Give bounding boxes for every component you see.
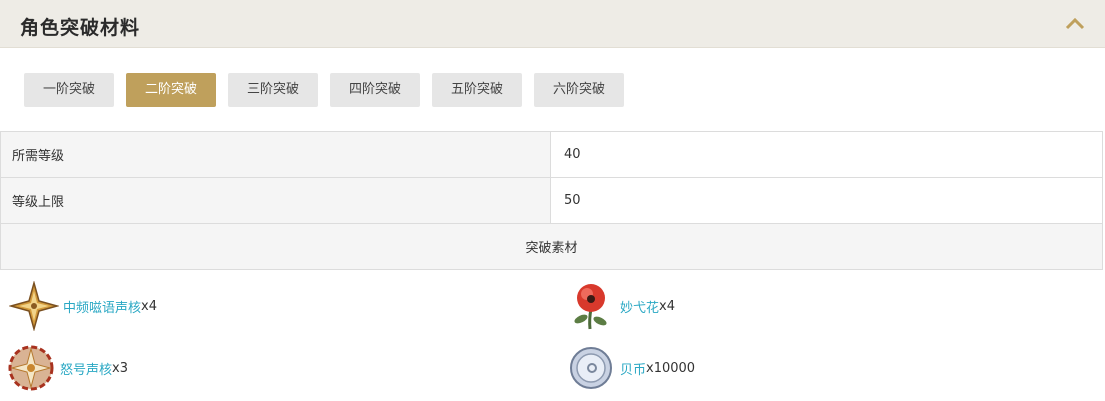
table-row: 所需等级 40: [0, 131, 1103, 178]
material-item[interactable]: 中频嗞语声核 x4: [9, 281, 157, 331]
material-item[interactable]: 妙弋花 x4: [566, 281, 675, 331]
requirements-table: 所需等级 40 等级上限 50 突破素材: [0, 131, 1103, 270]
tab-ascension-3[interactable]: 三阶突破: [228, 73, 318, 107]
howler-core-icon: [8, 345, 54, 391]
material-name[interactable]: 中频嗞语声核: [63, 297, 141, 316]
tab-ascension-5[interactable]: 五阶突破: [432, 73, 522, 107]
materials-section-title: 突破素材: [0, 223, 1103, 270]
material-name[interactable]: 妙弋花: [620, 297, 659, 316]
tab-ascension-1[interactable]: 一阶突破: [24, 73, 114, 107]
tab-ascension-4[interactable]: 四阶突破: [330, 73, 420, 107]
required-level-value: 40: [550, 131, 1103, 178]
material-qty: x4: [659, 298, 675, 314]
red-flower-icon: [574, 284, 607, 330]
material-qty: x3: [112, 360, 128, 376]
required-level-label: 所需等级: [0, 131, 551, 178]
table-row: 等级上限 50: [0, 177, 1103, 224]
table-row: 突破素材: [0, 223, 1103, 270]
material-qty: x4: [141, 298, 157, 314]
shell-coin-icon: [570, 347, 612, 389]
tab-ascension-6[interactable]: 六阶突破: [534, 73, 624, 107]
section-title: 角色突破材料: [20, 17, 141, 39]
material-name[interactable]: 怒号声核: [60, 359, 112, 378]
material-item[interactable]: 贝币 x10000: [566, 343, 695, 393]
material-name[interactable]: 贝币: [620, 359, 646, 378]
section-header: 角色突破材料: [0, 0, 1105, 48]
shuriken-core-icon: [9, 281, 59, 331]
tab-ascension-2[interactable]: 二阶突破: [126, 73, 216, 107]
chevron-up-icon[interactable]: [1065, 16, 1085, 32]
level-cap-value: 50: [550, 177, 1103, 224]
breakthrough-tabs: 一阶突破 二阶突破 三阶突破 四阶突破 五阶突破 六阶突破: [0, 48, 1105, 131]
level-cap-label: 等级上限: [0, 177, 551, 224]
material-item[interactable]: 怒号声核 x3: [6, 343, 128, 393]
material-qty: x10000: [646, 360, 696, 376]
materials-list: 中频嗞语声核 x4 妙弋花 x4 怒号声核 x3 贝币 x10000: [0, 274, 1103, 401]
